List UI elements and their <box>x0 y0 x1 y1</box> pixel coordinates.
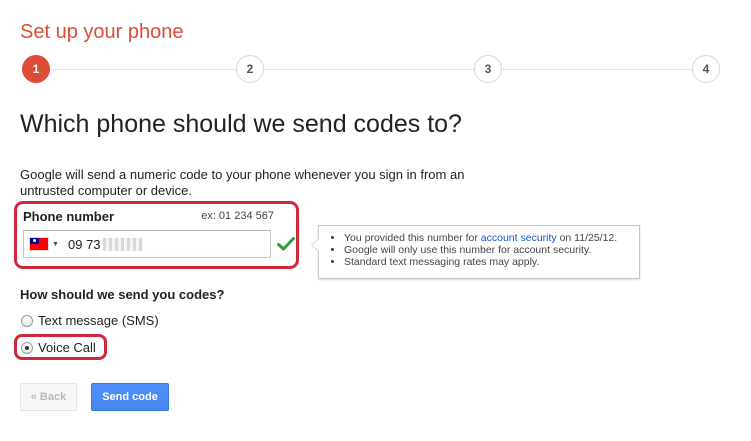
description-text: Google will send a numeric code to your … <box>20 167 465 198</box>
step-2: 2 <box>236 55 264 83</box>
phone-number-value: 09 73 <box>68 237 143 252</box>
phone-example-hint: ex: 01 234 567 <box>201 210 274 222</box>
stepper-line <box>34 69 706 70</box>
step-4: 4 <box>692 55 720 83</box>
tooltip-line-1-suffix: on 11/25/12. <box>556 232 618 244</box>
main-heading: Which phone should we send codes to? <box>20 110 462 138</box>
step-1: 1 <box>22 55 50 83</box>
send-code-button[interactable]: Send code <box>91 383 169 411</box>
send-method-question: How should we send you codes? <box>20 287 225 302</box>
chevron-down-icon: ▼ <box>52 240 59 248</box>
setup-phone-page: Set up your phone 1 2 3 4 Which phone sh… <box>0 0 751 441</box>
tooltip-line-3: Standard text messaging rates may apply. <box>344 256 639 268</box>
checkmark-icon <box>277 237 295 251</box>
voice-call-option-label: Voice Call <box>38 340 96 355</box>
phone-number-label: Phone number <box>23 209 115 224</box>
page-title: Set up your phone <box>20 21 184 43</box>
step-3: 3 <box>474 55 502 83</box>
taiwan-flag-icon <box>30 238 48 250</box>
sms-option[interactable]: Text message (SMS) <box>21 313 159 328</box>
phone-number-digits: 09 73 <box>68 237 101 252</box>
voice-call-radio[interactable] <box>21 341 33 354</box>
account-security-link[interactable]: account security <box>481 232 557 244</box>
voice-call-option[interactable]: Voice Call <box>21 340 96 355</box>
tooltip-line-1: You provided this number for account sec… <box>344 232 639 244</box>
back-button[interactable]: « Back <box>20 383 77 411</box>
sms-option-label: Text message (SMS) <box>38 313 159 328</box>
tooltip-line-1-prefix: You provided this number for <box>344 232 481 244</box>
phone-number-input[interactable]: ▼ 09 73 <box>23 230 271 258</box>
phone-info-tooltip: You provided this number for account sec… <box>311 225 640 279</box>
phone-number-highlight: Phone number ex: 01 234 567 ▼ 09 73 <box>14 201 299 269</box>
redacted-digits <box>102 238 143 251</box>
tooltip-line-2: Google will only use this number for acc… <box>344 244 639 256</box>
country-select[interactable]: ▼ <box>30 237 62 251</box>
progress-stepper: 1 2 3 4 <box>20 55 720 83</box>
sms-radio[interactable] <box>21 314 33 327</box>
